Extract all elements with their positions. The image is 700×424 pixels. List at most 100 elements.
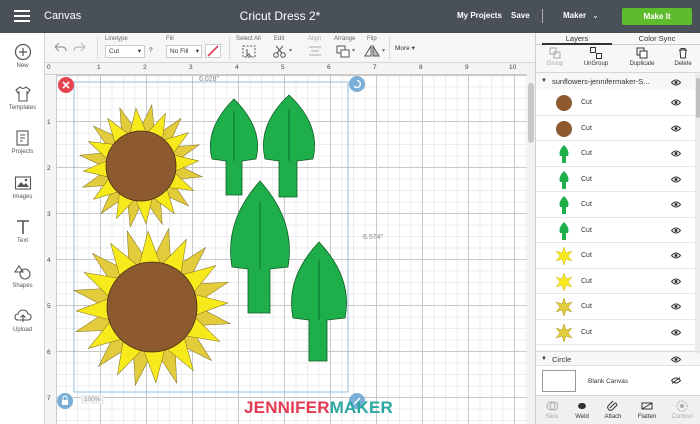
ungroup-button[interactable]: UnGroup xyxy=(579,47,613,67)
images-button[interactable]: Images xyxy=(0,174,45,200)
canvas-scrollbar[interactable] xyxy=(527,63,535,424)
layer-row[interactable]: Cut xyxy=(536,192,696,218)
sunflower-large[interactable] xyxy=(71,226,232,387)
chevron-down-icon: ▾ xyxy=(352,48,356,54)
text-button[interactable]: Text xyxy=(0,218,45,244)
eye-icon[interactable] xyxy=(671,252,681,259)
layer-name: Cut xyxy=(581,175,592,183)
help-icon[interactable]: ? xyxy=(149,47,153,54)
flatten-icon xyxy=(641,402,653,410)
leaf-4[interactable] xyxy=(291,241,347,362)
more-menu[interactable]: More ▾ xyxy=(395,44,415,52)
trash-icon xyxy=(679,48,687,59)
scrollbar-thumb[interactable] xyxy=(696,78,700,118)
circle-group-header[interactable]: ▼ Circle xyxy=(536,351,700,365)
blank-canvas-row[interactable]: Blank Canvas xyxy=(536,365,700,395)
shapes-button[interactable]: Shapes xyxy=(0,263,45,289)
eye-icon[interactable] xyxy=(671,99,681,106)
eye-icon[interactable] xyxy=(671,201,681,208)
leaf-1[interactable] xyxy=(209,98,259,196)
layer-name: Cut xyxy=(581,277,592,285)
layer-row[interactable]: Cut xyxy=(536,141,696,167)
eye-off-icon[interactable] xyxy=(671,377,681,384)
upload-button[interactable]: Upload xyxy=(0,307,45,333)
linetype-select[interactable]: Cut ▾ xyxy=(105,45,145,58)
plus-circle-icon xyxy=(14,43,31,61)
images-label: Images xyxy=(12,194,33,200)
layer-row[interactable]: Cut xyxy=(536,294,696,320)
my-projects-link[interactable]: My Projects xyxy=(457,11,502,20)
ungroup-label: UnGroup xyxy=(583,61,609,67)
layer-row[interactable]: Cut xyxy=(536,269,696,294)
delete-handle-icon[interactable] xyxy=(58,77,74,93)
rotate-handle-icon[interactable] xyxy=(349,76,365,92)
caret-down-icon[interactable]: ▼ xyxy=(541,356,547,362)
layer-row[interactable]: Cut xyxy=(536,167,696,192)
delete-button[interactable]: Delete xyxy=(668,47,698,67)
ungroup-icon xyxy=(590,47,602,59)
eye-icon[interactable] xyxy=(671,125,681,132)
templates-button[interactable]: Templates xyxy=(0,85,45,111)
layer-row[interactable]: Cut xyxy=(536,116,696,141)
projects-button[interactable]: Projects xyxy=(0,129,45,155)
save-link[interactable]: Save xyxy=(511,11,530,20)
contour-button[interactable]: Contour xyxy=(666,400,698,420)
no-fill-slash-icon xyxy=(207,45,219,57)
brown-circle-thumbnail xyxy=(556,95,572,111)
layer-group-header[interactable]: ▼ sunflowers-jennifermaker-S... xyxy=(536,74,696,90)
eye-icon[interactable] xyxy=(671,329,681,336)
scissors-icon[interactable] xyxy=(272,45,288,58)
group-button[interactable]: Group xyxy=(540,47,570,67)
flip-icon[interactable] xyxy=(364,45,380,58)
slice-button[interactable]: Slice xyxy=(538,400,566,420)
make-it-button[interactable]: Make It xyxy=(622,8,692,25)
eye-icon[interactable] xyxy=(671,79,681,86)
fill-select[interactable]: No Fill ▾ xyxy=(166,45,202,58)
contour-icon xyxy=(676,400,688,412)
leaf-3[interactable] xyxy=(230,180,290,314)
machine-select[interactable]: Maker ⌄ xyxy=(563,11,599,20)
eye-icon[interactable] xyxy=(671,227,681,234)
eye-icon[interactable] xyxy=(671,303,681,310)
redo-icon[interactable] xyxy=(73,42,87,54)
watermark-part-b: MAKER xyxy=(329,398,394,417)
layers-scrollbar[interactable] xyxy=(695,74,700,354)
contour-label: Contour xyxy=(671,414,693,420)
zoom-level[interactable]: 100% xyxy=(81,395,104,404)
layer-tools: Slice Weld Attach Flatten Contour xyxy=(536,395,700,424)
ruler-tick-label: 3 xyxy=(189,64,193,71)
blank-canvas-swatch[interactable] xyxy=(542,370,576,392)
layer-row[interactable]: Cut xyxy=(536,243,696,269)
arrange-icon[interactable] xyxy=(336,45,350,58)
tab-color-sync[interactable]: Color Sync xyxy=(622,33,692,45)
select-all-icon[interactable] xyxy=(242,45,256,58)
flatten-button[interactable]: Flatten xyxy=(632,400,662,420)
leaf-2[interactable] xyxy=(263,94,315,198)
tab-layers[interactable]: Layers xyxy=(542,33,612,45)
layer-row[interactable]: Cut xyxy=(536,320,696,345)
brand-watermark: JENNIFERMAKER xyxy=(244,398,393,418)
fill-color-swatch[interactable] xyxy=(205,44,221,58)
ruler-tick-label: 7 xyxy=(47,395,51,402)
eye-icon[interactable] xyxy=(671,176,681,183)
new-button[interactable]: New xyxy=(0,43,45,69)
shirt-icon xyxy=(14,86,31,102)
layer-row[interactable]: Cut xyxy=(536,90,696,116)
design-canvas[interactable]: 6.028" 6.574" 100% xyxy=(57,75,527,424)
attach-button[interactable]: Attach xyxy=(598,400,628,420)
undo-icon[interactable] xyxy=(53,42,67,54)
weld-button[interactable]: Weld xyxy=(568,400,596,420)
sunflower-small[interactable] xyxy=(78,103,203,228)
layer-group-name: sunflowers-jennifermaker-S... xyxy=(552,77,650,86)
eye-icon[interactable] xyxy=(671,278,681,285)
weld-label: Weld xyxy=(575,414,589,420)
eye-icon[interactable] xyxy=(671,150,681,157)
align-icon[interactable] xyxy=(308,45,322,58)
eye-icon[interactable] xyxy=(671,356,681,363)
caret-down-icon[interactable]: ▼ xyxy=(541,78,547,84)
scrollbar-thumb[interactable] xyxy=(528,83,534,143)
duplicate-button[interactable]: Duplicate xyxy=(622,47,662,67)
circle-group-name: Circle xyxy=(552,355,572,364)
layer-row[interactable]: Cut xyxy=(536,218,696,243)
lock-handle-icon[interactable] xyxy=(57,393,73,409)
